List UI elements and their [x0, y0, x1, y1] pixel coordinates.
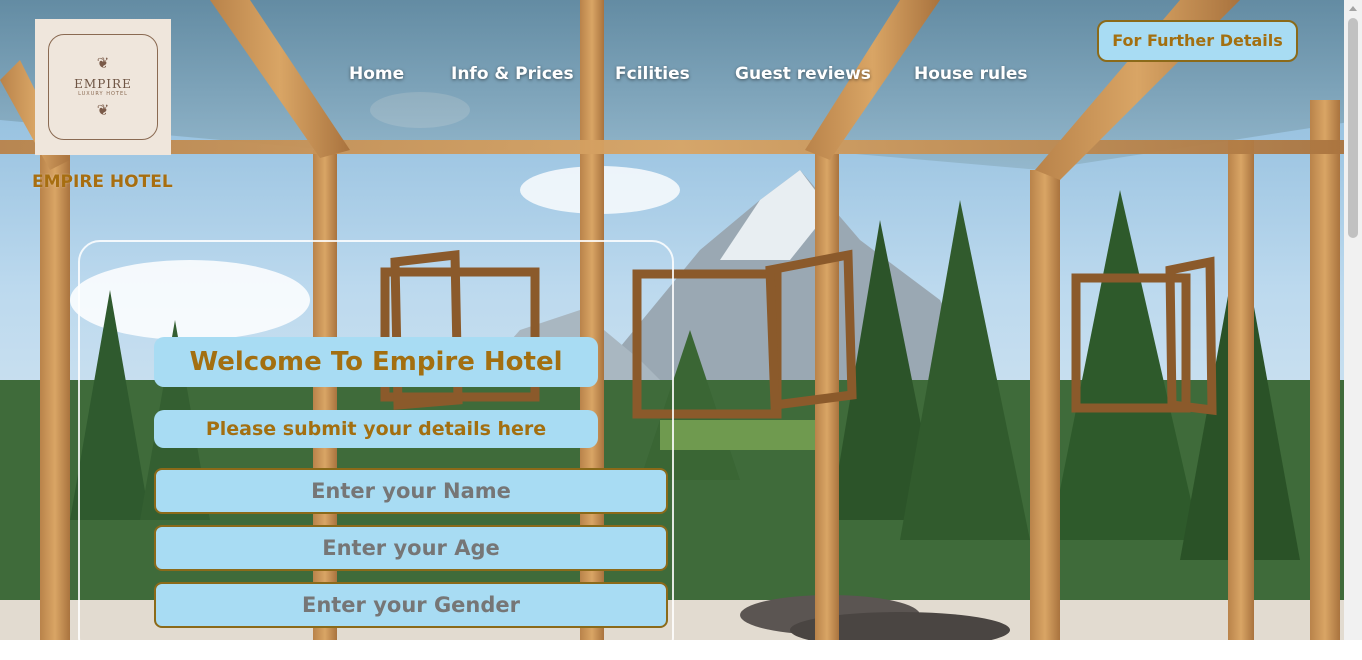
gender-input[interactable] [154, 582, 668, 628]
nav-info-prices[interactable]: Info & Prices [451, 64, 574, 84]
hotel-logo[interactable]: ❦ EMPIRE LUXURY HOTEL ❦ [35, 19, 171, 155]
nav-house-rules[interactable]: House rules [914, 64, 1028, 84]
nav-facilities[interactable]: Fcilities [615, 64, 690, 84]
name-input[interactable] [154, 468, 668, 514]
logo-tagline: LUXURY HOTEL [78, 91, 128, 97]
scroll-up-arrow-icon[interactable] [1349, 6, 1357, 11]
scrollbar[interactable] [1344, 0, 1362, 640]
age-input[interactable] [154, 525, 668, 571]
welcome-heading: Welcome To Empire Hotel [154, 337, 598, 387]
scrollbar-thumb[interactable] [1348, 18, 1358, 238]
nav-home[interactable]: Home [349, 64, 404, 84]
nav-guest-reviews[interactable]: Guest reviews [735, 64, 871, 84]
further-details-button[interactable]: For Further Details [1097, 20, 1298, 62]
site-title: EMPIRE HOTEL [32, 172, 173, 192]
flourish-icon: ❦ [96, 54, 110, 72]
logo-name: EMPIRE [74, 77, 132, 91]
flourish-icon: ❦ [96, 101, 110, 119]
logo-frame: ❦ EMPIRE LUXURY HOTEL ❦ [48, 34, 158, 140]
form-subheading: Please submit your details here [154, 410, 598, 448]
